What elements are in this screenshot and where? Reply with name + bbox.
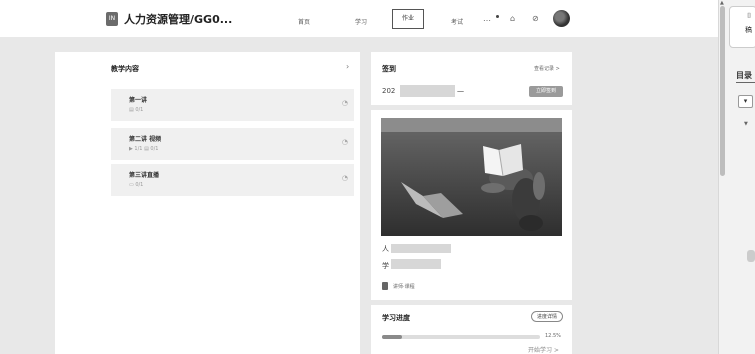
book-icon [382, 282, 388, 290]
lecturer-label: 讲师·课程 [393, 284, 415, 290]
cover-illustration [381, 118, 562, 236]
toc-underline [736, 82, 755, 83]
sign-in-records-link[interactable]: 查看记录 > [534, 65, 560, 72]
sign-in-button[interactable]: 立即签到 [529, 86, 563, 97]
tab-homework[interactable]: 作业 [392, 9, 424, 29]
sign-in-title: 签到 [382, 65, 396, 73]
help-icon[interactable]: ⊘ [532, 14, 539, 23]
sign-in-card [371, 52, 572, 105]
course-name[interactable]: 人 [382, 244, 389, 254]
course-title[interactable]: 人力资源管理/GG0... [124, 11, 232, 27]
progress-title: 学习进度 [382, 314, 410, 322]
start-learning-link[interactable]: 开始学习 > [528, 345, 559, 354]
lesson-meta: ▤ 0/1 [129, 107, 144, 113]
lesson-meta: ▶ 1/1 ▤ 0/1 [129, 146, 159, 152]
lesson-item[interactable]: 第二讲 视频 ▶ 1/1 ▤ 0/1 ◔ [111, 128, 354, 160]
doc-icon: ⌷ [747, 12, 752, 20]
lesson-meta: ▭ 0/1 [129, 182, 144, 188]
scroll-up-icon[interactable]: ▲ [720, 0, 724, 6]
notification-dot [496, 15, 499, 18]
toc-expand-icon[interactable]: ▼ [744, 121, 748, 127]
home-icon[interactable]: ⌂ [510, 14, 515, 23]
progress-bar-fill [382, 335, 402, 339]
tab-study[interactable]: 学习 [355, 17, 367, 26]
tab-home[interactable]: 首页 [298, 17, 310, 26]
lesson-title: 第一讲 [129, 97, 148, 104]
progress-bar [382, 335, 540, 339]
side-slider-handle[interactable] [747, 250, 755, 262]
progress-details-button[interactable]: 进度详情 [531, 311, 563, 322]
lesson-item[interactable]: 第三讲直播 ▭ 0/1 ◔ [111, 164, 354, 196]
progress-percent: 12.5% [545, 333, 561, 339]
toc-heading[interactable]: 目录 [736, 70, 752, 81]
scrollbar[interactable] [720, 6, 725, 176]
sign-in-date: 202 [382, 87, 396, 95]
course-logo[interactable]: IN [106, 12, 118, 26]
lesson-title: 第二讲 视频 [129, 136, 162, 143]
redacted-block [391, 244, 451, 253]
lesson-item[interactable]: 第一讲 ▤ 0/1 ◔ [111, 89, 354, 121]
circle-arrow-icon[interactable]: ◔ [342, 138, 348, 146]
avatar[interactable] [553, 10, 570, 27]
redacted-block [400, 85, 455, 97]
circle-arrow-icon[interactable]: ◔ [342, 99, 348, 107]
redacted-block [391, 259, 441, 269]
toc-toggle-button[interactable]: ▾ [738, 95, 753, 108]
more-icon[interactable]: … [483, 14, 491, 23]
course-meta: 学 [382, 262, 389, 270]
course-cover-image[interactable] [381, 118, 562, 236]
side-card-label: 稿 [745, 26, 752, 34]
lesson-title: 第三讲直播 [129, 172, 160, 179]
chevron-right-icon[interactable]: › [346, 62, 349, 71]
tab-exam[interactable]: 考试 [451, 17, 463, 26]
teaching-content-title: 教学内容 [111, 65, 139, 73]
circle-arrow-icon[interactable]: ◔ [342, 174, 348, 182]
sign-in-date-suffix: 一 [457, 88, 464, 96]
